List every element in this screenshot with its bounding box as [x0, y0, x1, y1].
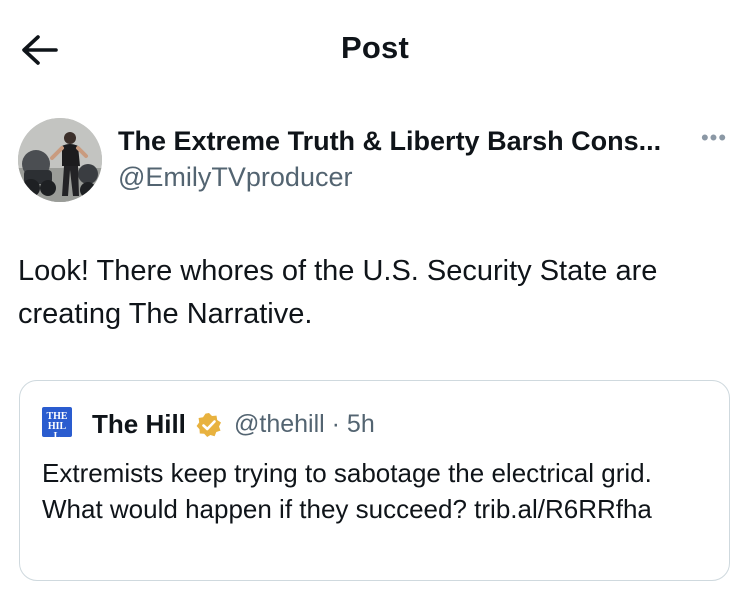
verified-badge-icon: [196, 413, 221, 437]
quoted-post-card[interactable]: THE HILL The Hill @thehill · 5h Extremis…: [19, 380, 730, 581]
quoted-handle-time: @thehill · 5h: [234, 410, 375, 438]
author-handle[interactable]: @EmilyTVproducer: [118, 162, 352, 193]
top-bar: Post: [0, 0, 750, 100]
post-author: The Extreme Truth & Liberty Barsh Cons..…: [0, 116, 750, 206]
page-title: Post: [341, 30, 409, 65]
quoted-post-text: Extremists keep trying to sabotage the e…: [42, 458, 652, 524]
quoted-author-name: The Hill: [92, 409, 186, 439]
the-hill-logo-icon: THE HILL: [42, 407, 72, 442]
author-display-name[interactable]: The Extreme Truth & Liberty Barsh Cons..…: [118, 126, 683, 157]
more-options-button[interactable]: •••: [694, 125, 734, 150]
avatar[interactable]: [18, 118, 102, 202]
post-text: Look! There whores of the U.S. Security …: [18, 255, 658, 330]
more-options-icon: •••: [700, 125, 728, 150]
